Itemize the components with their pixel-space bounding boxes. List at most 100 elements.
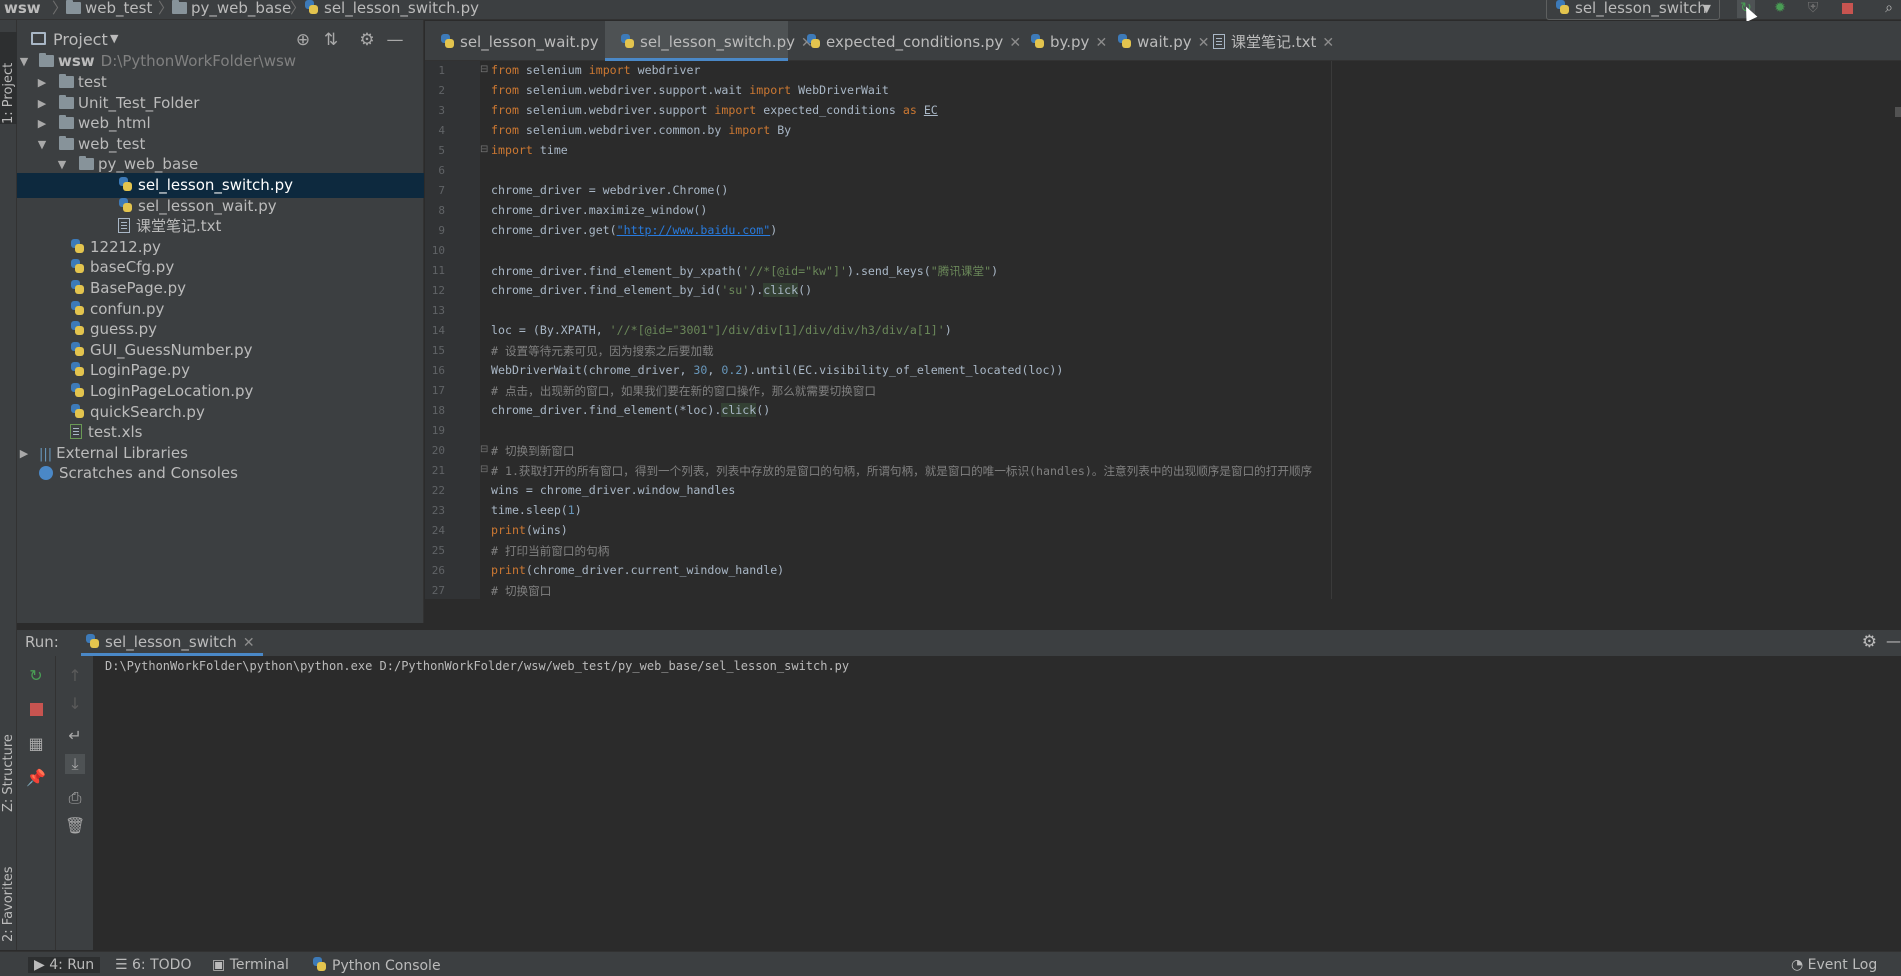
run-configuration-dropdown[interactable]: sel_lesson_switch ▼ — [1546, 0, 1720, 20]
python-file-icon — [85, 634, 100, 649]
code-token: time — [532, 143, 568, 157]
layout-icon[interactable]: ▦ — [26, 734, 46, 754]
code-token: '//*[@id="kw"]' — [742, 264, 847, 278]
tree-item-label: quickSearch.py — [90, 403, 205, 421]
breadcrumb-root[interactable]: wsw — [4, 0, 41, 18]
line-number: 24 — [431, 524, 445, 537]
tab-sel-lesson-wait[interactable]: sel_lesson_wait.py✕ — [425, 21, 616, 61]
print-icon[interactable]: ⎙ — [65, 788, 85, 808]
search-icon[interactable]: ⌕ — [1880, 0, 1898, 18]
minimize-icon[interactable]: — — [1886, 632, 1901, 650]
project-path: D:\PythonWorkFolder\wsw — [100, 52, 297, 70]
code-line: print(wins) — [491, 523, 568, 537]
code-link[interactable]: "http://www.baidu.com" — [617, 223, 771, 237]
pin-icon[interactable]: 📌 — [26, 768, 46, 788]
gear-icon[interactable]: ⚙ — [357, 30, 377, 50]
python-file-icon — [70, 301, 85, 316]
close-icon[interactable]: ✕ — [1322, 35, 1334, 51]
code-token: time.sleep( — [491, 503, 568, 517]
python-file-icon — [70, 362, 85, 377]
fold-icon[interactable]: ⊟ — [480, 144, 490, 155]
tree-item-label: 12212.py — [90, 238, 161, 256]
collapse-icon[interactable]: ⇅ — [321, 30, 341, 50]
line-number: 11 — [431, 264, 445, 277]
tab-sel-lesson-switch[interactable]: sel_lesson_switch.py ✕ — [605, 21, 813, 61]
code-token: ) — [944, 323, 952, 337]
folder-icon — [59, 95, 74, 109]
play-icon: ▶ — [34, 957, 50, 973]
breadcrumb-file[interactable]: sel_lesson_switch.py — [304, 0, 479, 18]
project-panel-title[interactable]: Project — [53, 30, 108, 49]
text-file-icon — [118, 218, 130, 233]
tool-tab-structure[interactable]: Z: Structure — [0, 720, 17, 812]
python-file-icon — [312, 957, 327, 972]
code-line: from selenium import webdriver — [491, 63, 700, 77]
tool-tab-todo[interactable]: ☰ 6: TODO — [115, 957, 191, 973]
tab-expected-conditions[interactable]: expected_conditions.py ✕ — [791, 21, 1021, 61]
code-token: as — [902, 103, 917, 117]
tab-notes-txt[interactable]: 课堂笔记.txt ✕ — [1198, 21, 1334, 61]
tool-tab-run[interactable]: ▶ 4: Run — [28, 957, 101, 973]
close-icon[interactable]: ✕ — [243, 635, 255, 651]
code-token: from — [491, 63, 519, 77]
tab-label: by.py — [1050, 33, 1090, 51]
scroll-to-end-icon[interactable]: ⤓ — [65, 754, 85, 774]
line-number: 9 — [438, 224, 445, 237]
rerun-icon[interactable]: ↻ — [26, 666, 46, 686]
fold-icon[interactable]: ⊟ — [480, 64, 490, 75]
locate-icon[interactable]: ⊕ — [293, 30, 313, 50]
tool-tab-favorites[interactable]: 2: Favorites — [0, 850, 17, 942]
tab-wait[interactable]: wait.py ✕ — [1102, 21, 1209, 61]
code-token: from — [491, 123, 519, 137]
python-file-icon — [70, 259, 85, 274]
code-line: print(chrome_driver.current_window_handl… — [491, 563, 784, 577]
code-token: (chrome_driver.current_window_handle) — [525, 563, 785, 577]
chevron-down-icon[interactable]: ▼ — [110, 32, 118, 45]
stop-icon[interactable] — [26, 700, 46, 720]
soft-wrap-icon[interactable]: ↵ — [65, 726, 85, 746]
tool-tab-structure-label: Z: Structure — [1, 734, 16, 812]
code-token: () — [756, 403, 771, 417]
tool-tab-project[interactable]: 1: Project — [0, 32, 17, 124]
event-log-icon: ◔ — [1791, 957, 1808, 973]
folder-icon — [172, 0, 187, 14]
tree-item-label: guess.py — [90, 320, 158, 338]
arrow-up-icon[interactable]: ↑ — [65, 666, 85, 686]
tree-item-scratches[interactable]: Scratches and Consoles — [17, 461, 424, 486]
scratches-icon — [39, 466, 53, 480]
stop-icon[interactable] — [1838, 0, 1856, 18]
code-token: ). — [749, 283, 764, 297]
debug-icon[interactable]: ✹ — [1771, 0, 1789, 18]
arrow-down-icon[interactable]: ↓ — [65, 694, 85, 714]
tool-tab-python-console[interactable]: Python Console — [312, 957, 441, 974]
coverage-icon[interactable]: ⛨ — [1804, 0, 1822, 18]
tree-item-label: confun.py — [90, 300, 165, 318]
tool-tab-terminal[interactable]: ▣ Terminal — [212, 957, 289, 973]
code-line: chrome_driver.find_element_by_xpath('//*… — [491, 263, 998, 279]
breadcrumb-py-web-base[interactable]: py_web_base — [172, 0, 291, 18]
line-number: 5 — [438, 144, 445, 157]
code-token: chrome_driver.find_element_by_xpath( — [491, 264, 743, 278]
run-tab-sel-lesson-switch[interactable]: sel_lesson_switch ✕ — [81, 630, 263, 656]
code-editor[interactable]: 1 2 3 4 5 6 7 8 9 10 11 12 13 14 15 16 1… — [425, 61, 1901, 599]
breadcrumb-sep: 〉 — [52, 0, 68, 17]
fold-icon[interactable]: ⊟ — [480, 444, 490, 455]
trash-icon[interactable]: 🗑 — [65, 816, 85, 836]
tool-tab-event-log[interactable]: ◔ Event Log — [1791, 957, 1877, 973]
minimize-icon[interactable]: — — [385, 30, 405, 50]
tree-item-label: Unit_Test_Folder — [78, 94, 200, 112]
code-token: () — [798, 283, 813, 297]
scrollbar-marker — [1895, 107, 1901, 117]
code-token: "腾讯课堂" — [930, 264, 992, 278]
tool-tab-todo-label: 6: TODO — [132, 957, 192, 973]
tab-by[interactable]: by.py ✕ — [1015, 21, 1107, 61]
code-line: WebDriverWait(chrome_driver, 30, 0.2).un… — [491, 363, 1063, 377]
line-number: 13 — [431, 304, 445, 317]
code-line: # 点击，出现新的窗口，如果我们要在新的窗口操作，那么就需要切换窗口 — [491, 384, 876, 398]
fold-icon[interactable]: ⊟ — [480, 464, 490, 475]
breadcrumb-web-test[interactable]: web_test — [66, 0, 152, 18]
run-tab-label: sel_lesson_switch — [105, 633, 237, 651]
gear-icon[interactable]: ⚙ — [1862, 632, 1877, 652]
code-token: expected_conditions — [756, 103, 903, 117]
tab-label: expected_conditions.py — [826, 33, 1004, 51]
